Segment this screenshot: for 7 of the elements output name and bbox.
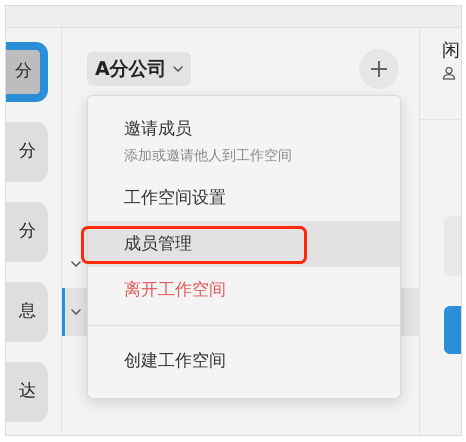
menu-item-label: 邀请成员 xyxy=(124,118,192,140)
menu-item-label: 成员管理 xyxy=(124,233,192,255)
menu-item-label: 工作空间设置 xyxy=(124,187,226,209)
menu-item-subtitle: 添加或邀请他人到工作空间 xyxy=(124,147,292,166)
menu-item-label: 创建工作空间 xyxy=(124,350,226,372)
chat-title: 闲 xyxy=(442,42,461,60)
menu-item-label: 离开工作空间 xyxy=(124,279,226,301)
